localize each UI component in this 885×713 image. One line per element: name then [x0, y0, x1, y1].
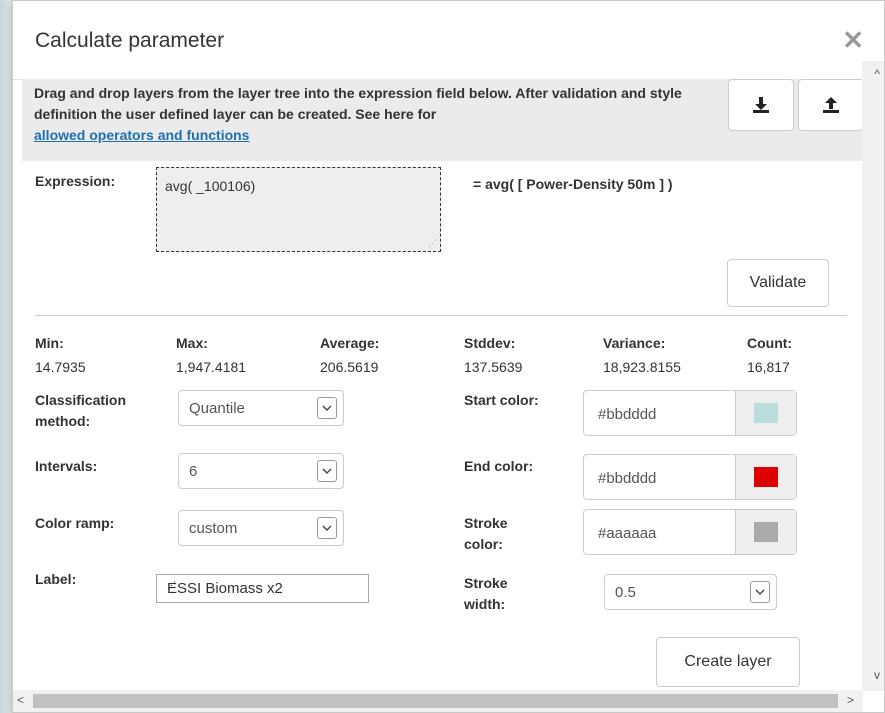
expression-label: Expression: — [35, 173, 116, 189]
start-color-label: Start color: — [464, 392, 539, 408]
scroll-up-icon[interactable]: ^ — [874, 67, 880, 81]
stat-variance-value: 18,923.8155 — [603, 359, 681, 375]
stat-variance-label: Variance: — [603, 335, 666, 351]
validate-button[interactable]: Validate — [727, 259, 829, 307]
expression-result: = avg( [ Power-Density 50m ] ) — [473, 176, 673, 192]
stroke-color-label-line1: Stroke — [464, 515, 508, 531]
stroke-color-value: #aaaaaa — [598, 525, 657, 542]
stat-max-label: Max: — [176, 335, 208, 351]
upload-icon — [823, 97, 839, 113]
label-field-label: Label: — [35, 571, 77, 587]
color-ramp-value: custom — [189, 520, 238, 537]
scroll-right-icon[interactable]: > — [847, 693, 854, 707]
stat-stddev-value: 137.5639 — [464, 359, 523, 375]
end-color-picker[interactable] — [735, 455, 796, 499]
scroll-left-icon[interactable]: < — [17, 693, 24, 707]
expression-field[interactable]: avg( _100106) ⋰ — [156, 167, 441, 252]
classification-label-line2: method: — [35, 413, 91, 429]
stroke-width-label: Stroke width: — [464, 573, 508, 615]
calculate-parameter-dialog: Calculate parameter ✕ Drag and drop laye… — [12, 0, 885, 713]
stroke-width-value: 0.5 — [615, 584, 636, 601]
resize-grip-icon[interactable]: ⋰ — [428, 238, 437, 249]
stroke-color-label-line2: color: — [464, 536, 503, 552]
stroke-color-field[interactable]: #aaaaaa — [583, 509, 797, 555]
info-text: Drag and drop layers from the layer tree… — [34, 83, 714, 146]
stroke-color-picker[interactable] — [735, 510, 796, 554]
stat-min-label: Min: — [35, 335, 64, 351]
start-color-field[interactable]: #bbdddd — [583, 390, 797, 436]
info-description: Drag and drop layers from the layer tree… — [34, 85, 682, 122]
stroke-width-select[interactable]: 0.5 — [604, 574, 777, 610]
allowed-operators-link[interactable]: allowed operators and functions — [34, 127, 249, 143]
create-layer-button[interactable]: Create layer — [656, 637, 800, 687]
stroke-color-label: Stroke color: — [464, 513, 508, 555]
resize-grip-icon[interactable]: ⋰ — [167, 580, 365, 600]
info-band: Drag and drop layers from the layer tree… — [22, 79, 864, 161]
stat-stddev-label: Stddev: — [464, 335, 516, 351]
download-button[interactable] — [728, 79, 794, 131]
classification-method-value: Quantile — [189, 400, 245, 417]
horizontal-scroll-thumb[interactable] — [33, 694, 838, 708]
color-ramp-label: Color ramp: — [35, 515, 115, 531]
classification-method-label: Classification method: — [35, 390, 126, 432]
stroke-color-swatch — [754, 522, 778, 542]
stat-average-value: 206.5619 — [320, 359, 379, 375]
chevron-down-icon — [317, 397, 337, 419]
start-color-value: #bbdddd — [598, 406, 657, 423]
chevron-down-icon — [317, 517, 337, 539]
intervals-select[interactable]: 6 — [178, 453, 344, 489]
chevron-down-icon — [750, 581, 770, 603]
intervals-label: Intervals: — [35, 458, 98, 474]
vertical-scrollbar[interactable] — [862, 61, 884, 691]
end-color-swatch — [754, 467, 778, 487]
stat-count-label: Count: — [747, 335, 793, 351]
download-icon — [753, 97, 769, 113]
intervals-value: 6 — [189, 463, 198, 480]
start-color-picker[interactable] — [735, 391, 796, 435]
end-color-label: End color: — [464, 458, 534, 474]
stat-count-value: 16,817 — [747, 359, 790, 375]
dialog-header: Calculate parameter ✕ — [13, 1, 884, 80]
classification-label-line1: Classification — [35, 392, 127, 408]
color-ramp-select[interactable]: custom — [178, 510, 344, 546]
stat-average-label: Average: — [320, 335, 380, 351]
start-color-swatch — [754, 403, 778, 423]
stroke-width-label-line2: width: — [464, 596, 506, 612]
section-divider — [35, 315, 847, 316]
scroll-down-icon[interactable]: v — [874, 668, 880, 682]
stat-max-value: 1,947.4181 — [176, 359, 247, 375]
end-color-field[interactable]: #bbdddd — [583, 454, 797, 500]
close-icon[interactable]: ✕ — [842, 27, 864, 53]
horizontal-scrollbar[interactable]: < > — [13, 690, 863, 712]
stat-min-value: 14.7935 — [35, 359, 86, 375]
chevron-down-icon — [317, 460, 337, 482]
expression-value: avg( _100106) — [165, 178, 256, 194]
end-color-value: #bbdddd — [598, 470, 657, 487]
label-input[interactable]: ESSI Biomass x2 ⋰ — [156, 574, 369, 603]
stroke-width-label-line1: Stroke — [464, 575, 508, 591]
dialog-title: Calculate parameter — [35, 29, 225, 52]
classification-method-select[interactable]: Quantile — [178, 390, 344, 426]
upload-button[interactable] — [798, 79, 864, 131]
